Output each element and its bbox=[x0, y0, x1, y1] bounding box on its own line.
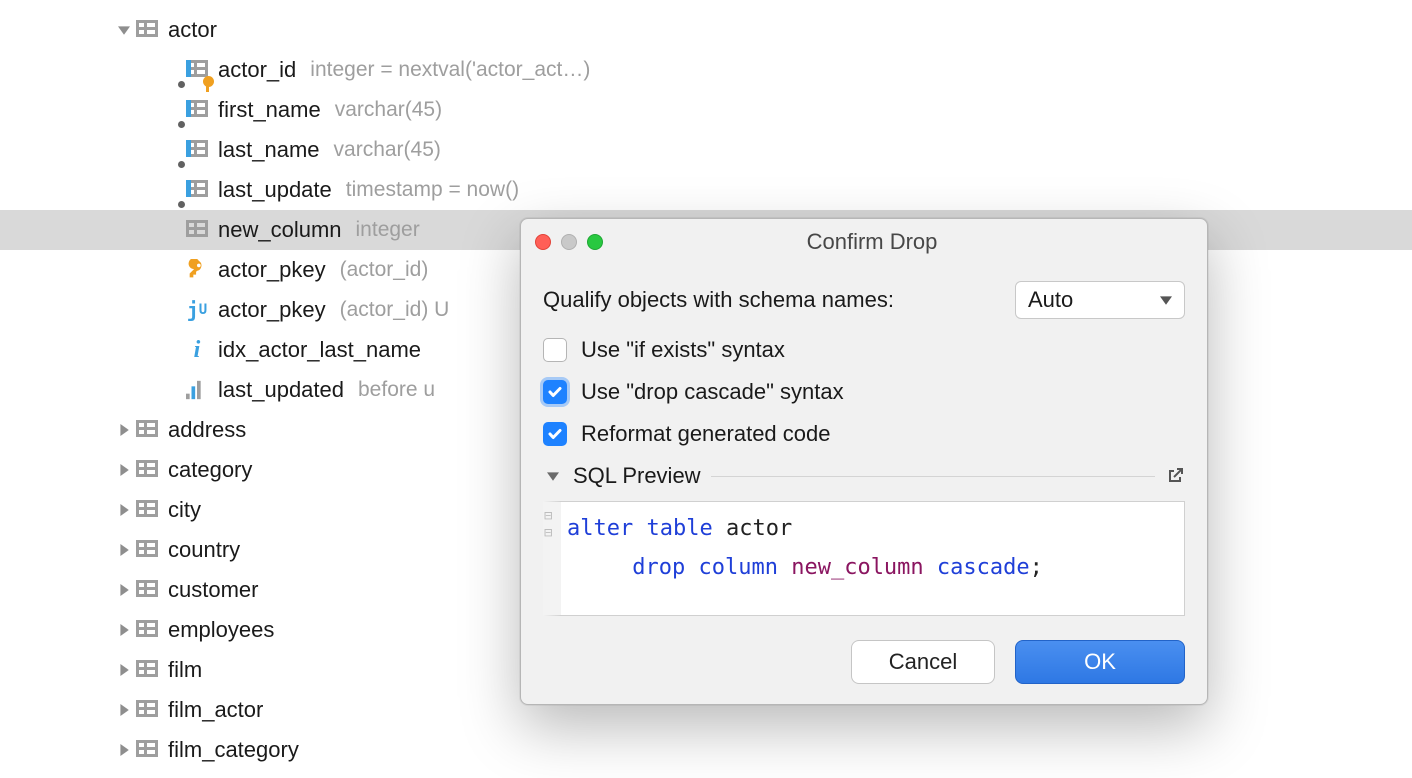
table-icon bbox=[134, 16, 160, 44]
table-icon bbox=[134, 736, 160, 764]
tree-item-label: last_updated bbox=[218, 377, 344, 403]
sql-preview[interactable]: ⊟⊟ alter table actor drop column new_col… bbox=[543, 501, 1185, 616]
tree-item-table[interactable]: film_category bbox=[0, 730, 1412, 770]
checkbox-label: Use "if exists" syntax bbox=[581, 337, 785, 363]
table-icon bbox=[134, 696, 160, 724]
qualify-value: Auto bbox=[1028, 287, 1073, 313]
dialog-title: Confirm Drop bbox=[551, 229, 1193, 255]
table-icon bbox=[134, 576, 160, 604]
key-icon bbox=[184, 256, 210, 284]
gutter-icon: ⊟⊟ bbox=[544, 508, 560, 542]
tree-item-label: film_actor bbox=[168, 697, 263, 723]
sql-keyword: alter bbox=[567, 516, 633, 541]
chevron-down-icon[interactable] bbox=[114, 20, 134, 40]
tree-item-detail: before u bbox=[358, 378, 435, 402]
tree-item-label: category bbox=[168, 457, 252, 483]
table-icon bbox=[134, 656, 160, 684]
table-icon bbox=[134, 616, 160, 644]
tree-item-detail: timestamp = now() bbox=[346, 178, 519, 202]
tree-item-label: film_category bbox=[168, 737, 299, 763]
checkbox-reformat[interactable] bbox=[543, 422, 567, 446]
tree-item-label: new_column bbox=[218, 217, 342, 243]
sql-preview-title: SQL Preview bbox=[573, 463, 701, 489]
tree-item-label: last_name bbox=[218, 137, 320, 163]
sql-identifier: new_column bbox=[791, 555, 923, 580]
chevron-down-icon bbox=[1160, 294, 1172, 306]
cancel-button[interactable]: Cancel bbox=[851, 640, 995, 684]
tree-item-detail: (actor_id) U bbox=[340, 298, 450, 322]
chevron-right-icon[interactable] bbox=[114, 660, 134, 680]
trigger-icon bbox=[184, 376, 210, 404]
sql-identifier: actor bbox=[726, 516, 792, 541]
tree-item-label: first_name bbox=[218, 97, 321, 123]
sql-keyword: table bbox=[646, 516, 712, 541]
tree-item-label: last_update bbox=[218, 177, 332, 203]
checkbox-if-exists[interactable] bbox=[543, 338, 567, 362]
qualify-label: Qualify objects with schema names: bbox=[543, 287, 894, 313]
chevron-right-icon[interactable] bbox=[114, 500, 134, 520]
sql-keyword: column bbox=[698, 555, 777, 580]
tree-item-label: actor bbox=[168, 17, 217, 43]
column-icon bbox=[184, 96, 210, 124]
chevron-right-icon[interactable] bbox=[114, 740, 134, 760]
separator bbox=[711, 476, 1155, 477]
chevron-down-icon[interactable] bbox=[543, 466, 563, 486]
ok-button[interactable]: OK bbox=[1015, 640, 1185, 684]
tree-item-column[interactable]: last_update timestamp = now() bbox=[0, 170, 1412, 210]
chevron-right-icon[interactable] bbox=[114, 420, 134, 440]
column-key-icon bbox=[184, 56, 210, 84]
unique-key-icon: jU bbox=[184, 296, 210, 324]
checkbox-label: Use "drop cascade" syntax bbox=[581, 379, 844, 405]
window-close-icon[interactable] bbox=[535, 234, 551, 250]
tree-item-label: actor_pkey bbox=[218, 297, 326, 323]
tree-item-column[interactable]: last_name varchar(45) bbox=[0, 130, 1412, 170]
dialog-titlebar[interactable]: Confirm Drop bbox=[521, 219, 1207, 265]
tree-item-column[interactable]: first_name varchar(45) bbox=[0, 90, 1412, 130]
tree-item-label: actor_id bbox=[218, 57, 296, 83]
tree-item-actor[interactable]: actor bbox=[0, 10, 1412, 50]
sql-keyword: drop bbox=[632, 555, 685, 580]
tree-item-detail: varchar(45) bbox=[335, 98, 442, 122]
column-icon bbox=[184, 136, 210, 164]
tree-item-detail: varchar(45) bbox=[334, 138, 441, 162]
sql-keyword: cascade bbox=[937, 555, 1030, 580]
tree-item-label: actor_pkey bbox=[218, 257, 326, 283]
tree-item-label: idx_actor_last_name bbox=[218, 337, 421, 363]
tree-item-detail: (actor_id) bbox=[340, 258, 429, 282]
confirm-drop-dialog: Confirm Drop Qualify objects with schema… bbox=[520, 218, 1208, 705]
tree-item-column[interactable]: actor_id integer = nextval('actor_act…) bbox=[0, 50, 1412, 90]
tree-item-label: country bbox=[168, 537, 240, 563]
tree-item-label: employees bbox=[168, 617, 274, 643]
table-icon bbox=[134, 456, 160, 484]
index-icon: i bbox=[184, 336, 210, 364]
tree-item-label: customer bbox=[168, 577, 258, 603]
popout-icon[interactable] bbox=[1165, 466, 1185, 486]
checkbox-drop-cascade[interactable] bbox=[543, 380, 567, 404]
tree-item-label: city bbox=[168, 497, 201, 523]
table-icon bbox=[134, 536, 160, 564]
chevron-right-icon[interactable] bbox=[114, 460, 134, 480]
tree-item-detail: integer = nextval('actor_act…) bbox=[310, 58, 590, 82]
column-icon bbox=[184, 176, 210, 204]
table-icon bbox=[134, 416, 160, 444]
chevron-right-icon[interactable] bbox=[114, 580, 134, 600]
chevron-right-icon[interactable] bbox=[114, 700, 134, 720]
tree-item-label: film bbox=[168, 657, 202, 683]
chevron-right-icon[interactable] bbox=[114, 540, 134, 560]
sql-punct: ; bbox=[1030, 555, 1043, 580]
qualify-select[interactable]: Auto bbox=[1015, 281, 1185, 319]
chevron-right-icon[interactable] bbox=[114, 620, 134, 640]
tree-item-detail: integer bbox=[356, 218, 420, 242]
table-icon bbox=[134, 496, 160, 524]
column-icon bbox=[184, 216, 210, 244]
button-label: OK bbox=[1084, 649, 1116, 675]
tree-item-label: address bbox=[168, 417, 246, 443]
checkbox-label: Reformat generated code bbox=[581, 421, 831, 447]
button-label: Cancel bbox=[889, 649, 957, 675]
